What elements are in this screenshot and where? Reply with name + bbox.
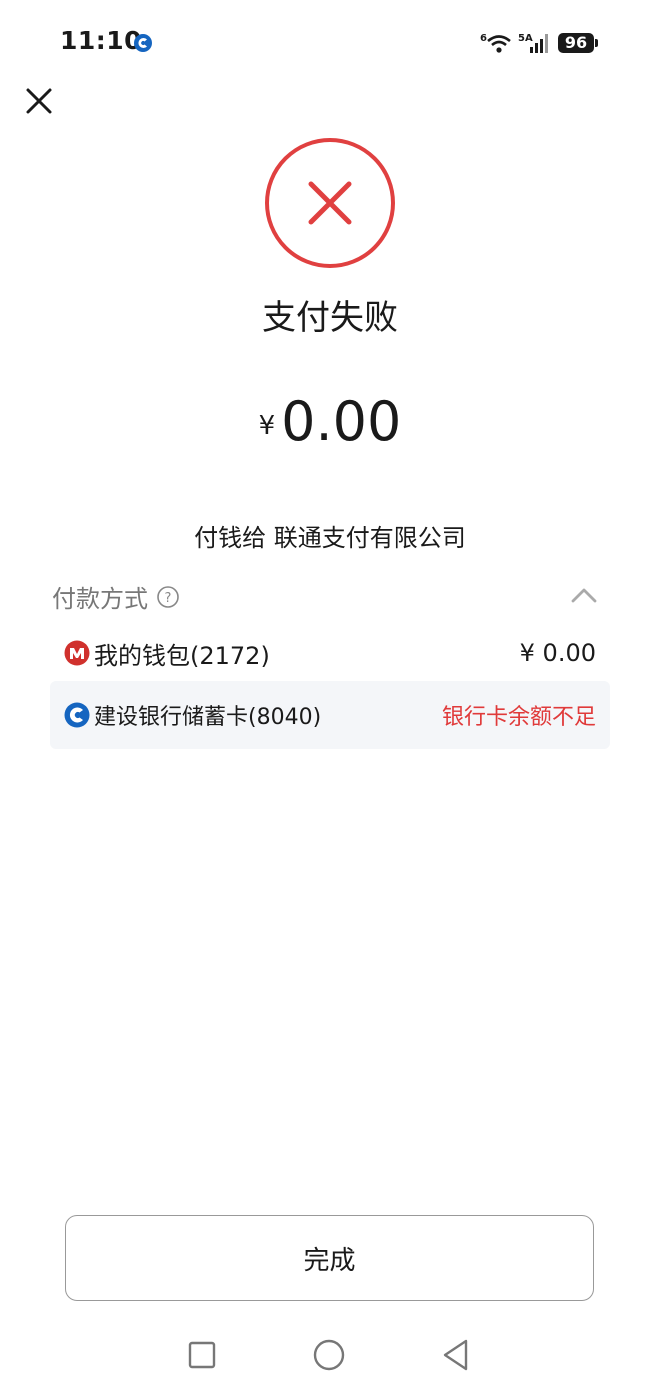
payee-text: 付钱给 联通支付有限公司 xyxy=(194,524,466,552)
payment-option-bank-card[interactable]: 建设银行储蓄卡(8040) 银行卡余额不足 xyxy=(50,681,610,749)
wallet-name: 我的钱包(2172) xyxy=(94,641,270,670)
ccb-notification-icon xyxy=(134,34,152,52)
amount-value: 0.00 xyxy=(281,390,402,453)
recent-apps-icon[interactable] xyxy=(188,1341,216,1369)
battery-indicator: 96 xyxy=(558,33,598,53)
home-icon[interactable] xyxy=(313,1339,345,1371)
payment-method-label: 付款方式 xyxy=(52,585,148,613)
wallet-brand-icon xyxy=(64,640,90,666)
battery-level: 96 xyxy=(558,33,594,53)
done-button-label: 完成 xyxy=(303,1245,356,1276)
payment-method-header: 付款方式 ? xyxy=(52,579,180,614)
svg-text:?: ? xyxy=(165,591,172,606)
done-button[interactable]: 完成 xyxy=(65,1215,594,1301)
back-icon[interactable] xyxy=(440,1338,472,1372)
page-title: 支付失败 xyxy=(262,298,398,338)
status-icons: 6 5A 96 xyxy=(480,30,598,56)
help-icon[interactable]: ? xyxy=(156,585,180,609)
chevron-up-icon[interactable] xyxy=(568,583,600,607)
close-icon[interactable] xyxy=(22,84,56,118)
status-time: 11:10 xyxy=(60,26,143,55)
currency-symbol: ¥ xyxy=(258,411,276,441)
payment-amount: ¥0.00 xyxy=(0,390,660,453)
cell-gen-label: 5A xyxy=(518,33,533,44)
insufficient-balance-text: 银行卡余额不足 xyxy=(441,705,596,730)
cellular-signal-icon: 5A xyxy=(518,33,548,53)
payment-option-wallet[interactable]: 我的钱包(2172) ¥ 0.00 xyxy=(50,620,610,686)
payment-failed-icon xyxy=(265,138,395,268)
wifi-icon: 6 xyxy=(480,33,511,53)
wallet-balance: ¥ 0.00 xyxy=(519,639,596,667)
ccb-bank-icon xyxy=(64,702,90,728)
wifi-gen-label: 6 xyxy=(480,33,487,44)
bank-card-name: 建设银行储蓄卡(8040) xyxy=(94,705,322,730)
